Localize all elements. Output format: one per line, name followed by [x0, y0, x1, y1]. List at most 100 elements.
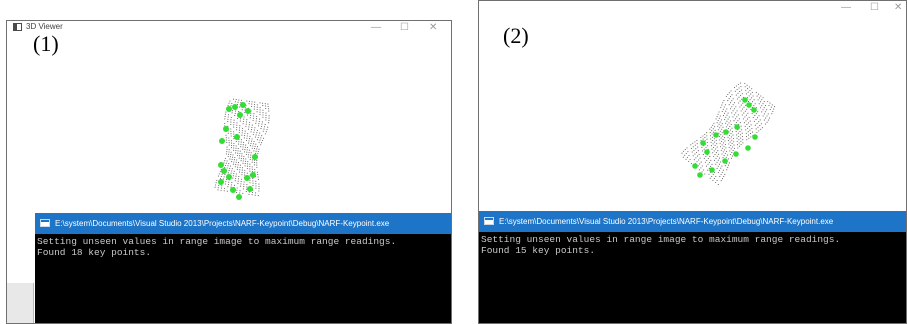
- cloud-point: [741, 93, 743, 95]
- cloud-point: [727, 158, 729, 160]
- cloud-point: [731, 131, 734, 133]
- cloud-point: [235, 99, 237, 101]
- cloud-point: [241, 109, 243, 111]
- close-button[interactable]: ✕: [429, 21, 437, 35]
- cloud-point: [732, 116, 734, 118]
- cloud-point: [738, 87, 740, 89]
- cloud-point: [234, 101, 236, 103]
- cloud-point: [736, 116, 738, 118]
- cloud-point: [248, 193, 250, 195]
- cloud-point: [707, 169, 709, 171]
- cloud-point: [717, 159, 719, 161]
- cloud-point: [220, 189, 222, 191]
- cloud-point: [235, 150, 237, 152]
- cloud-point: [267, 103, 269, 105]
- 3d-viewport[interactable]: [7, 37, 451, 213]
- cloud-point: [729, 102, 732, 104]
- close-button[interactable]: ✕: [894, 1, 902, 15]
- cloud-point: [226, 167, 228, 169]
- cloud-point: [228, 139, 230, 141]
- cloud-point: [761, 105, 763, 107]
- minimize-button[interactable]: —: [841, 1, 851, 15]
- cloud-point: [226, 139, 228, 141]
- console-window: E:\system\Documents\Visual Studio 2013\P…: [35, 213, 451, 323]
- cloud-point: [226, 141, 228, 143]
- cloud-point: [248, 154, 250, 156]
- keypoint-marker: [752, 134, 758, 140]
- cloud-point: [737, 132, 739, 134]
- cloud-point: [727, 100, 729, 102]
- cloud-point: [255, 122, 257, 124]
- minimize-button[interactable]: —: [371, 21, 381, 35]
- cloud-point: [726, 150, 728, 152]
- keypoint-marker: [236, 194, 242, 200]
- cloud-point: [259, 109, 261, 111]
- cloud-point: [727, 124, 729, 126]
- console-titlebar[interactable]: E:\system\Documents\Visual Studio 2013\P…: [479, 211, 906, 232]
- cloud-point: [727, 93, 729, 96]
- maximize-button[interactable]: ☐: [400, 21, 409, 35]
- cloud-point: [238, 171, 241, 173]
- console-titlebar[interactable]: E:\system\Documents\Visual Studio 2013\P…: [35, 213, 451, 234]
- cloud-point: [268, 119, 270, 121]
- cloud-point: [264, 124, 266, 126]
- cloud-point: [255, 185, 257, 187]
- cloud-point: [236, 192, 238, 194]
- cloud-point: [238, 99, 240, 101]
- cloud-point: [734, 90, 736, 92]
- cloud-point: [736, 134, 738, 136]
- cloud-point: [745, 93, 748, 95]
- cloud-point: [234, 180, 236, 182]
- window-titlebar[interactable]: 3D Viewer — ☐ ✕: [7, 21, 451, 37]
- cloud-point: [734, 123, 736, 125]
- cloud-point: [249, 145, 251, 147]
- cloud-point: [234, 152, 237, 154]
- cloud-point: [704, 133, 706, 135]
- cloud-point: [253, 115, 255, 117]
- cloud-point: [740, 125, 742, 127]
- cloud-point: [245, 123, 247, 125]
- cloud-point: [716, 122, 718, 124]
- cloud-point: [265, 112, 267, 114]
- cloud-point: [693, 149, 695, 151]
- cloud-point: [731, 112, 733, 114]
- console-title: E:\system\Documents\Visual Studio 2013\P…: [499, 217, 834, 226]
- cloud-point: [683, 150, 685, 152]
- cloud-point: [748, 95, 750, 97]
- cloud-point: [739, 130, 741, 133]
- cloud-point: [728, 146, 730, 148]
- cloud-point: [713, 155, 715, 158]
- cloud-point: [746, 136, 748, 138]
- cloud-point: [245, 188, 248, 190]
- cloud-point: [232, 110, 234, 112]
- cloud-point: [717, 125, 719, 127]
- cloud-point: [242, 160, 244, 162]
- cloud-point: [695, 148, 697, 150]
- cloud-point: [702, 154, 704, 156]
- cloud-point: [227, 155, 229, 158]
- window-titlebar[interactable]: — ☐ ✕: [479, 1, 906, 17]
- cloud-point: [241, 171, 243, 173]
- cloud-point: [249, 159, 251, 161]
- cloud-point: [229, 156, 231, 158]
- keypoint-marker: [709, 167, 715, 173]
- cloud-point: [221, 173, 223, 175]
- cloud-point: [760, 123, 762, 125]
- cloud-point: [706, 132, 708, 134]
- cloud-point: [701, 146, 703, 148]
- cloud-point: [726, 114, 728, 116]
- cloud-point: [230, 105, 232, 107]
- 3d-viewport[interactable]: [479, 17, 906, 211]
- cloud-point: [755, 113, 757, 115]
- cloud-point: [242, 123, 244, 125]
- cloud-point: [231, 168, 233, 170]
- cloud-point: [740, 110, 742, 112]
- cloud-point: [719, 130, 721, 132]
- cloud-point: [225, 153, 228, 155]
- cloud-point: [741, 135, 744, 138]
- maximize-button[interactable]: ☐: [870, 1, 879, 15]
- cloud-point: [758, 93, 760, 95]
- cloud-point: [771, 113, 773, 115]
- cloud-point: [224, 118, 226, 120]
- cloud-point: [758, 115, 760, 117]
